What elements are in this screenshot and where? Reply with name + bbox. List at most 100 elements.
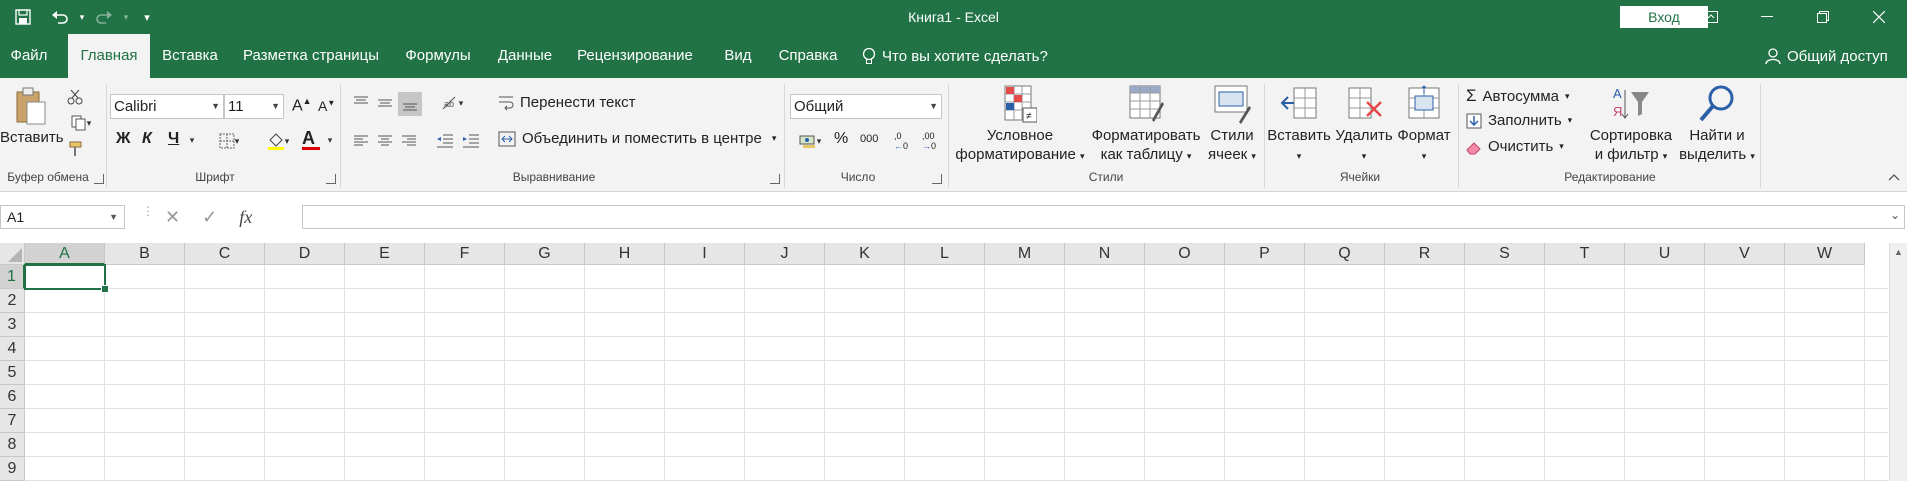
tab-page-layout[interactable]: Разметка страницы [232, 34, 390, 78]
autosum-dropdown-icon[interactable]: ▾ [1565, 91, 1570, 102]
column-header-n[interactable]: N [1065, 243, 1145, 265]
tell-me-box[interactable]: Что вы хотите сделать? [862, 34, 1048, 78]
row-header-5[interactable]: 5 [0, 361, 25, 385]
confirm-edit-icon[interactable]: ✓ [202, 207, 217, 228]
tab-insert[interactable]: Вставка [152, 34, 228, 78]
scroll-up-icon[interactable]: ▲ [1894, 247, 1903, 257]
formula-bar-grip-icon[interactable]: ⋮ [142, 205, 154, 217]
percent-style-button[interactable]: % [834, 130, 848, 148]
cancel-edit-icon[interactable]: ✕ [165, 207, 180, 228]
name-box-dropdown-icon[interactable]: ▼ [109, 206, 118, 228]
redo-icon[interactable] [90, 0, 118, 34]
cell-grid[interactable] [25, 265, 1888, 481]
font-name-combo[interactable]: Calibri ▼ [110, 94, 224, 119]
tab-help[interactable]: Справка [770, 34, 846, 78]
align-top-icon[interactable] [350, 92, 372, 114]
active-cell-a1[interactable] [24, 264, 109, 293]
bold-button[interactable]: Ж [116, 130, 130, 148]
font-color-dropdown-icon[interactable]: ▾ [324, 132, 336, 148]
number-format-combo[interactable]: Общий ▼ [790, 94, 942, 119]
cut-icon[interactable] [64, 86, 86, 108]
fill-dropdown-icon[interactable]: ▾ [1568, 115, 1573, 126]
conditional-formatting-button[interactable]: ≠ Условное форматирование ▾ [952, 84, 1088, 166]
comma-style-button[interactable]: 000 [860, 133, 878, 145]
format-cells-button[interactable]: Формат ▾ [1394, 84, 1454, 166]
italic-button[interactable]: К [142, 130, 152, 148]
font-name-dropdown-icon[interactable]: ▼ [211, 95, 220, 118]
close-icon[interactable] [1856, 0, 1902, 34]
ribbon-display-options-icon[interactable] [1688, 0, 1734, 34]
font-size-combo[interactable]: 11 ▼ [224, 94, 284, 119]
underline-dropdown-icon[interactable]: ▾ [186, 132, 198, 148]
vertical-scrollbar[interactable]: ▲ [1889, 243, 1907, 481]
align-left-icon[interactable] [350, 130, 372, 152]
column-header-e[interactable]: E [345, 243, 425, 265]
customize-qat-icon[interactable]: ▾ [134, 0, 160, 34]
minimize-icon[interactable] [1744, 0, 1790, 34]
column-header-s[interactable]: S [1465, 243, 1545, 265]
column-header-g[interactable]: G [505, 243, 585, 265]
decrease-decimal-button[interactable]: ,00 →0 [922, 131, 936, 151]
clear-button[interactable]: Очистить ▾ [1466, 138, 1564, 155]
cell-styles-button[interactable]: Стили ячеек ▾ [1204, 84, 1260, 166]
column-header-q[interactable]: Q [1305, 243, 1385, 265]
font-size-dropdown-icon[interactable]: ▼ [271, 95, 280, 118]
align-bottom-icon[interactable] [398, 92, 422, 116]
find-select-button[interactable]: Найти и выделить ▾ [1678, 84, 1756, 166]
tab-review[interactable]: Рецензирование [570, 34, 700, 78]
column-header-v[interactable]: V [1705, 243, 1785, 265]
undo-icon[interactable] [46, 0, 74, 34]
tab-home[interactable]: Главная [68, 34, 150, 78]
copy-icon[interactable]: ▾ [64, 112, 98, 134]
row-header-3[interactable]: 3 [0, 313, 25, 337]
merge-dropdown-icon[interactable]: ▾ [772, 133, 777, 144]
column-header-m[interactable]: M [985, 243, 1065, 265]
column-header-t[interactable]: T [1545, 243, 1625, 265]
number-launcher-icon[interactable] [932, 174, 942, 184]
tab-file[interactable]: Файл [0, 34, 58, 78]
autosum-button[interactable]: Σ Автосумма ▾ [1466, 86, 1570, 106]
accounting-format-icon[interactable]: ▾ [792, 130, 828, 152]
row-header-7[interactable]: 7 [0, 409, 25, 433]
format-painter-icon[interactable] [64, 138, 86, 160]
row-header-4[interactable]: 4 [0, 337, 25, 361]
decrease-indent-icon[interactable] [434, 130, 456, 152]
row-header-1[interactable]: 1 [0, 265, 25, 289]
column-header-l[interactable]: L [905, 243, 985, 265]
column-header-k[interactable]: K [825, 243, 905, 265]
redo-dropdown-icon[interactable]: ▾ [118, 0, 134, 34]
name-box[interactable]: A1 ▼ [0, 205, 125, 229]
tab-formulas[interactable]: Формулы [396, 34, 480, 78]
column-header-c[interactable]: C [185, 243, 265, 265]
insert-cells-button[interactable]: Вставить ▾ [1266, 84, 1332, 166]
row-header-2[interactable]: 2 [0, 289, 25, 313]
formula-input[interactable]: ⌄ [302, 205, 1905, 229]
number-format-dropdown-icon[interactable]: ▼ [929, 95, 938, 118]
column-header-h[interactable]: H [585, 243, 665, 265]
clipboard-launcher-icon[interactable] [94, 174, 104, 184]
increase-decimal-button[interactable]: ,0 ←0 [894, 131, 908, 151]
column-header-j[interactable]: J [745, 243, 825, 265]
wrap-text-button[interactable]: Перенести текст [498, 94, 636, 111]
font-launcher-icon[interactable] [326, 174, 336, 184]
column-header-i[interactable]: I [665, 243, 745, 265]
column-header-p[interactable]: P [1225, 243, 1305, 265]
row-header-9[interactable]: 9 [0, 457, 25, 481]
merge-center-button[interactable]: Объединить и поместить в центре ▾ [498, 130, 776, 147]
paste-button[interactable]: Вставить [0, 86, 64, 147]
column-header-d[interactable]: D [265, 243, 345, 265]
column-header-r[interactable]: R [1385, 243, 1465, 265]
decrease-font-size-button[interactable]: A▼ [318, 98, 335, 114]
increase-indent-icon[interactable] [460, 130, 482, 152]
select-all-button[interactable] [0, 243, 25, 265]
orientation-icon[interactable]: ab ▾ [434, 92, 470, 114]
format-as-table-button[interactable]: Форматировать как таблицу ▾ [1088, 84, 1204, 166]
sort-filter-button[interactable]: АЯ Сортировка и фильтр ▾ [1584, 84, 1678, 166]
column-header-f[interactable]: F [425, 243, 505, 265]
tab-view[interactable]: Вид [708, 34, 768, 78]
delete-cells-button[interactable]: Удалить ▾ [1334, 84, 1394, 166]
underline-button[interactable]: Ч [168, 130, 179, 148]
restore-icon[interactable] [1800, 0, 1846, 34]
align-center-icon[interactable] [374, 130, 396, 152]
increase-font-size-button[interactable]: A▲ [292, 96, 312, 115]
